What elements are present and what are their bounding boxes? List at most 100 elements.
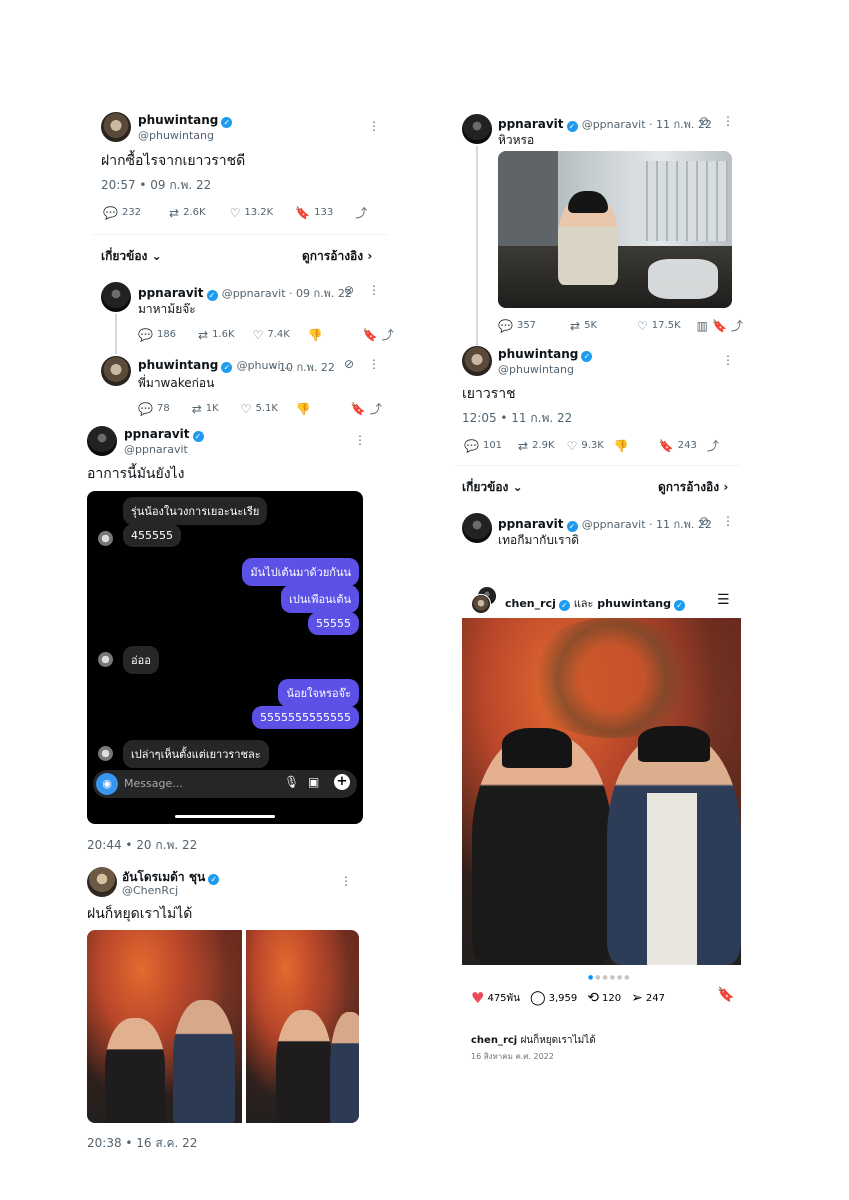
retweet-icon[interactable]: ⇄	[570, 319, 580, 333]
verified-icon: ✓	[206, 290, 218, 301]
avatar[interactable]	[462, 114, 492, 144]
avatar[interactable]	[462, 513, 492, 543]
add-icon[interactable]: +	[334, 774, 350, 790]
dislike-icon[interactable]: 👎	[614, 439, 629, 453]
dislike-icon[interactable]: 👎	[296, 402, 311, 416]
related-dropdown[interactable]: เกี่ยวข้อง ⌄	[462, 478, 523, 497]
bookmark-icon[interactable]: 🔖	[659, 439, 674, 453]
tweet-photo[interactable]	[87, 930, 242, 1123]
author-handle[interactable]: @ppnaravit · 11 ก.พ. 22	[582, 518, 712, 531]
tweet-text: ฝนก็หยุดเราไม่ได้	[87, 906, 193, 922]
share-icon[interactable]: ⤴	[731, 317, 743, 334]
view-quotes-link[interactable]: ดูการอ้างอิง ›	[302, 247, 372, 266]
message-input[interactable]: ◉ Message... 🎙 ▣ +	[93, 770, 357, 798]
tweet-timestamp[interactable]: 20:44 • 20 ก.พ. 22	[87, 836, 197, 855]
reply-icon[interactable]: 💬	[103, 206, 118, 220]
save-icon[interactable]: 🔖	[717, 987, 734, 1003]
avatar[interactable]	[101, 356, 131, 386]
like-icon[interactable]: ♡	[241, 402, 252, 416]
avatar[interactable]	[101, 282, 131, 312]
tweet-photo[interactable]	[498, 151, 732, 308]
view-quotes-link[interactable]: ดูการอ้างอิง ›	[658, 478, 728, 497]
menu-icon[interactable]: ☰	[717, 592, 730, 608]
author-name[interactable]: phuwintang ✓ @phuwi...	[138, 358, 291, 373]
author-name[interactable]: phuwintang ✓	[498, 347, 593, 362]
reply-date[interactable]: · 10 ก.พ. 22	[272, 358, 335, 376]
reply-icon[interactable]: 💬	[498, 319, 513, 333]
more-icon[interactable]: ⋮	[368, 283, 380, 297]
related-dropdown[interactable]: เกี่ยวข้อง ⌄	[101, 247, 162, 266]
gallery-icon[interactable]: ▣	[308, 775, 319, 789]
reply-count: 357	[516, 320, 537, 331]
repost-count: 120	[602, 992, 622, 1004]
share-icon[interactable]: ⤴	[355, 204, 367, 221]
more-icon[interactable]: ⋮	[722, 353, 734, 367]
dislike-icon[interactable]: 👎	[308, 328, 323, 342]
grok-icon[interactable]: ⊘	[344, 283, 354, 297]
tweet-timestamp[interactable]: 20:38 • 16 ส.ค. 22	[87, 1134, 197, 1153]
author-handle[interactable]: @ppnaravit	[124, 443, 188, 456]
retweet-icon[interactable]: ⇄	[518, 439, 528, 453]
bookmark-icon[interactable]: 🔖	[351, 402, 366, 416]
tweet-timestamp[interactable]: 12:05 • 11 ก.พ. 22	[462, 409, 572, 428]
author-handle[interactable]: @ChenRcj	[122, 884, 178, 897]
more-icon[interactable]: ⋮	[722, 514, 734, 528]
share-icon[interactable]: ⤴	[707, 437, 719, 454]
grok-icon[interactable]: ⊘	[699, 114, 709, 128]
send-icon[interactable]: ➢	[631, 990, 643, 1006]
bookmark-icon[interactable]: 🔖	[295, 206, 310, 220]
views-icon[interactable]: ▥	[697, 319, 708, 333]
like-icon[interactable]: ♡	[230, 206, 241, 220]
more-icon[interactable]: ⋮	[354, 433, 366, 447]
tweet-actions: 💬 101 ⇄ 2.9K ♡ 9.3K 👎 🔖 243 ⤴	[464, 437, 723, 454]
share-icon[interactable]: ⤴	[382, 326, 394, 343]
more-icon[interactable]: ⋮	[368, 119, 380, 133]
comment-count: 3,959	[548, 992, 578, 1004]
comment-icon[interactable]: ◯	[530, 990, 546, 1006]
tweet-actions: 💬 357 ⇄ 5K ♡ 17.5K ▥ 🔖 ⤴	[498, 317, 747, 334]
more-icon[interactable]: ⋮	[340, 874, 352, 888]
chevron-right-icon: ›	[367, 249, 373, 263]
author-name[interactable]: ppnaravit ✓	[124, 427, 204, 442]
avatar[interactable]	[101, 112, 131, 142]
post-authors[interactable]: chen_rcj ✓ และ phuwintang ✓	[505, 594, 685, 612]
tweet-timestamp[interactable]: 20:57 • 09 ก.พ. 22	[101, 176, 211, 195]
message-placeholder: Message...	[124, 777, 183, 790]
retweet-icon[interactable]: ⇄	[192, 402, 202, 416]
more-icon[interactable]: ⋮	[368, 357, 380, 371]
tweet-text: หิวหรอ	[498, 133, 535, 147]
retweet-icon[interactable]: ⇄	[198, 328, 208, 342]
chat-message: 455555	[123, 524, 181, 547]
author-name[interactable]: phuwintang ✓	[138, 113, 233, 128]
chat-screenshot[interactable]: รุ่นน้องในวงการเยอะนะเรีย 455555 มันไปเต…	[87, 491, 363, 824]
bookmark-icon[interactable]: 🔖	[712, 319, 727, 333]
tweet-text: อาการนี้มันยังไง	[87, 466, 185, 482]
repost-icon[interactable]: ⟲	[587, 990, 599, 1006]
retweet-icon[interactable]: ⇄	[169, 206, 179, 220]
share-icon[interactable]: ⤴	[370, 400, 382, 417]
bookmark-icon[interactable]: 🔖	[363, 328, 378, 342]
grok-icon[interactable]: ⊘	[344, 357, 354, 371]
grok-icon[interactable]: ⊘	[699, 514, 709, 528]
tweet-photo[interactable]	[246, 930, 359, 1123]
author-handle[interactable]: @phuwintang	[138, 129, 214, 142]
author-handle[interactable]: @phuwintang	[498, 363, 574, 376]
author-handle[interactable]: @ppnaravit · 09 ก.พ. 22	[222, 287, 352, 300]
reply-icon[interactable]: 💬	[138, 402, 153, 416]
avatar[interactable]	[462, 346, 492, 376]
avatar[interactable]	[87, 867, 117, 897]
more-icon[interactable]: ⋮	[722, 114, 734, 128]
heart-icon[interactable]: ♥	[471, 989, 484, 1007]
avatar[interactable]	[471, 594, 491, 614]
post-date: 16 สิงหาคม ค.ศ. 2022	[471, 1052, 554, 1061]
camera-icon[interactable]: ◉	[96, 773, 118, 795]
like-icon[interactable]: ♡	[253, 328, 264, 342]
reply-icon[interactable]: 💬	[138, 328, 153, 342]
reply-icon[interactable]: 💬	[464, 439, 479, 453]
like-icon[interactable]: ♡	[567, 439, 578, 453]
avatar[interactable]	[87, 426, 117, 456]
author-handle[interactable]: @ppnaravit · 11 ก.พ. 22	[582, 118, 712, 131]
post-photo[interactable]	[462, 618, 741, 965]
microphone-icon[interactable]: 🎙	[284, 775, 299, 789]
like-icon[interactable]: ♡	[637, 319, 648, 333]
